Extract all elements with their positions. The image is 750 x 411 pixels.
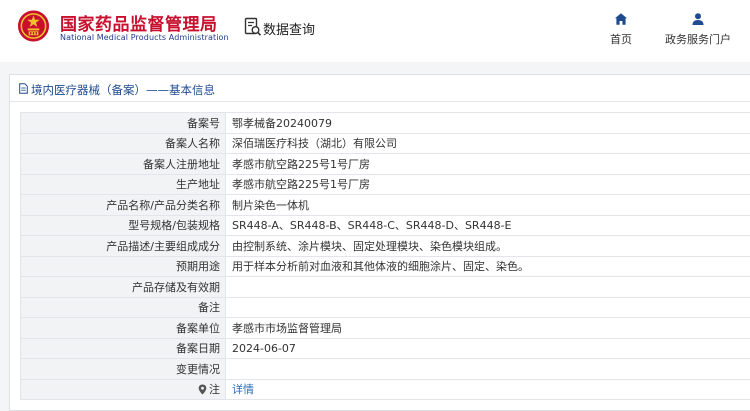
table-row: 型号规格/包装规格 SR448-A、SR448-B、SR448-C、SR448-D… — [20, 214, 750, 236]
row-label-note: 注 — [20, 378, 226, 400]
row-label: 备案号 — [20, 112, 226, 134]
row-value — [225, 358, 750, 380]
row-label: 产品描述/主要组成成分 — [20, 235, 226, 257]
table-row: 产品名称/产品分类名称 制片染色一体机 — [20, 194, 750, 216]
table-row: 备案人名称 深佰瑞医疗科技（湖北）有限公司 — [20, 132, 750, 154]
nav-gov-service-portal-label: 政务服务门户 — [665, 33, 731, 46]
row-label: 备案人名称 — [20, 132, 226, 154]
table-row: 备案单位 孝感市市场监督管理局 — [20, 317, 750, 339]
table-row: 备案人注册地址 孝感市航空路225号1号厂房 — [20, 153, 750, 175]
document-icon — [19, 83, 28, 94]
user-icon — [692, 13, 704, 25]
row-value-note: 详情 — [225, 378, 750, 400]
nav-home[interactable]: 首页 — [605, 12, 637, 47]
table-row: 变更情况 — [20, 358, 750, 380]
row-label: 产品存储及有效期 — [20, 276, 226, 298]
row-label: 型号规格/包装规格 — [20, 214, 226, 236]
table-row: 产品描述/主要组成成分 由控制系统、涂片模块、固定处理模块、染色模块组成。 — [20, 235, 750, 257]
map-pin-icon — [198, 384, 207, 395]
row-value: 2024-06-07 — [225, 337, 750, 359]
row-value: 制片染色一体机 — [225, 194, 750, 216]
record-info-table: 备案号 鄂孝械备20240079 备案人名称 深佰瑞医疗科技（湖北）有限公司 备案人… — [20, 112, 750, 400]
panel-title: 境内医疗器械（备案）——基本信息 — [31, 83, 215, 97]
table-row: 生产地址 孝感市航空路225号1号厂房 — [20, 173, 750, 195]
row-value: 由控制系统、涂片模块、固定处理模块、染色模块组成。 — [225, 235, 750, 257]
table-row: 备注 — [20, 296, 750, 318]
row-value: 用于样本分析前对血液和其他体液的细胞涂片、固定、染色。 — [225, 255, 750, 277]
data-query-icon[interactable] — [244, 17, 262, 37]
row-value: 鄂孝械备20240079 — [225, 112, 750, 134]
site-header: 国家药品监督管理局 National Medical Products Admi… — [0, 0, 750, 62]
table-row: 备案日期 2024-06-07 — [20, 337, 750, 359]
row-value — [225, 296, 750, 318]
home-icon — [615, 13, 627, 25]
panel-title-bar: 境内医疗器械（备案）——基本信息 — [10, 75, 750, 102]
national-emblem-icon — [17, 10, 50, 42]
nav-gov-service-portal[interactable]: 政务服务门户 — [658, 12, 738, 47]
data-query-label[interactable]: 数据查询 — [263, 19, 315, 38]
info-panel: 境内医疗器械（备案）——基本信息 备案号 鄂孝械备20240079 备案人名称 深佰… — [9, 74, 750, 411]
row-label: 备案单位 — [20, 317, 226, 339]
row-value: SR448-A、SR448-B、SR448-C、SR448-D、SR448-E — [225, 214, 750, 236]
row-label: 预期用途 — [20, 255, 226, 277]
table-row: 注 详情 — [20, 378, 750, 400]
row-value — [225, 276, 750, 298]
site-logo-cn: 国家药品监督管理局 — [60, 15, 218, 35]
row-value: 孝感市航空路225号1号厂房 — [225, 173, 750, 195]
table-row: 备案号 鄂孝械备20240079 — [20, 112, 750, 134]
row-label: 产品名称/产品分类名称 — [20, 194, 226, 216]
row-label: 备案日期 — [20, 337, 226, 359]
content-area: 境内医疗器械（备案）——基本信息 备案号 鄂孝械备20240079 备案人名称 深佰… — [0, 62, 750, 411]
row-label: 备案人注册地址 — [20, 153, 226, 175]
row-value: 孝感市航空路225号1号厂房 — [225, 153, 750, 175]
site-logo-en: National Medical Products Administration — [60, 33, 229, 42]
row-label: 生产地址 — [20, 173, 226, 195]
table-row: 产品存储及有效期 — [20, 276, 750, 298]
details-link[interactable]: 详情 — [232, 383, 254, 396]
row-label: 备注 — [20, 296, 226, 318]
nav-home-label: 首页 — [610, 33, 632, 46]
row-label: 变更情况 — [20, 358, 226, 380]
table-row: 预期用途 用于样本分析前对血液和其他体液的细胞涂片、固定、染色。 — [20, 255, 750, 277]
note-label: 注 — [209, 383, 220, 397]
row-value: 孝感市市场监督管理局 — [225, 317, 750, 339]
row-value: 深佰瑞医疗科技（湖北）有限公司 — [225, 132, 750, 154]
